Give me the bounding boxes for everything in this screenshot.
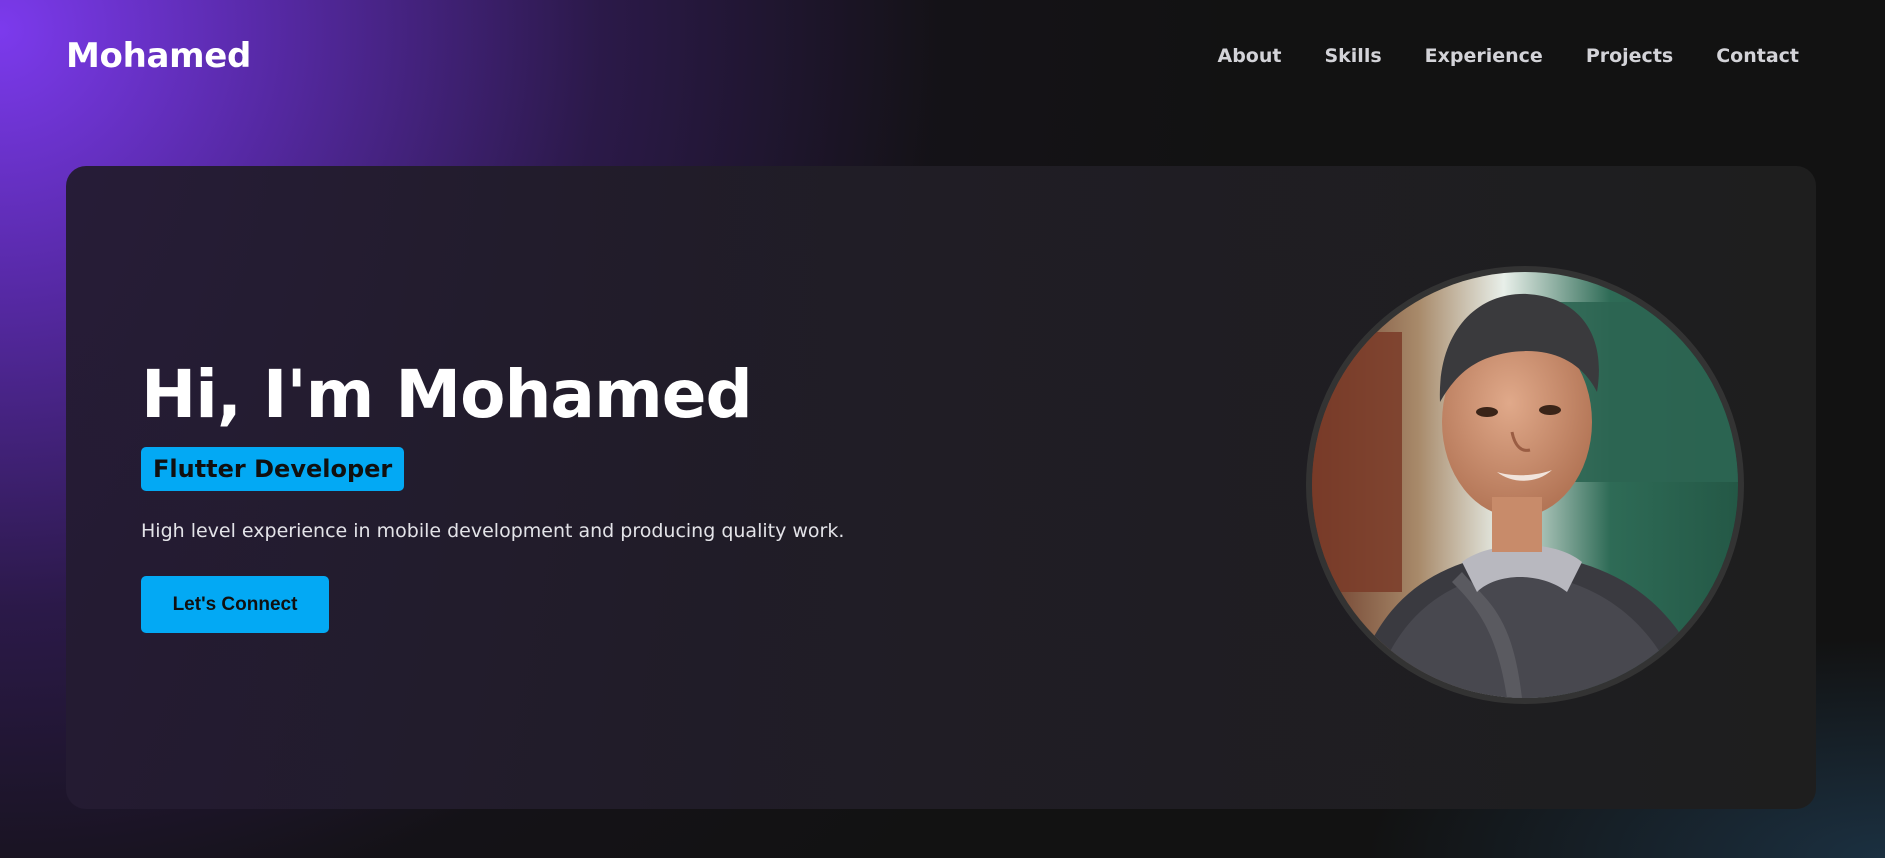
hero-title: Hi, I'm Mohamed <box>141 356 753 433</box>
navbar: Mohamed About Skills Experience Projects… <box>0 0 1885 115</box>
nav-link-projects[interactable]: Projects <box>1586 45 1673 67</box>
profile-photo-icon <box>1312 272 1738 698</box>
nav-link-about[interactable]: About <box>1218 45 1282 67</box>
hero-description: High level experience in mobile developm… <box>141 520 845 542</box>
nav-link-contact[interactable]: Contact <box>1716 45 1799 67</box>
profile-photo <box>1306 266 1744 704</box>
logo[interactable]: Mohamed <box>66 36 251 76</box>
role-badge: Flutter Developer <box>141 447 405 491</box>
nav-link-experience[interactable]: Experience <box>1425 45 1543 67</box>
hero-card: Hi, I'm Mohamed Flutter Developer High l… <box>66 166 1816 809</box>
nav-links: About Skills Experience Projects Contact <box>1218 45 1800 67</box>
lets-connect-button[interactable]: Let's Connect <box>141 576 329 633</box>
nav-link-skills[interactable]: Skills <box>1324 45 1381 67</box>
